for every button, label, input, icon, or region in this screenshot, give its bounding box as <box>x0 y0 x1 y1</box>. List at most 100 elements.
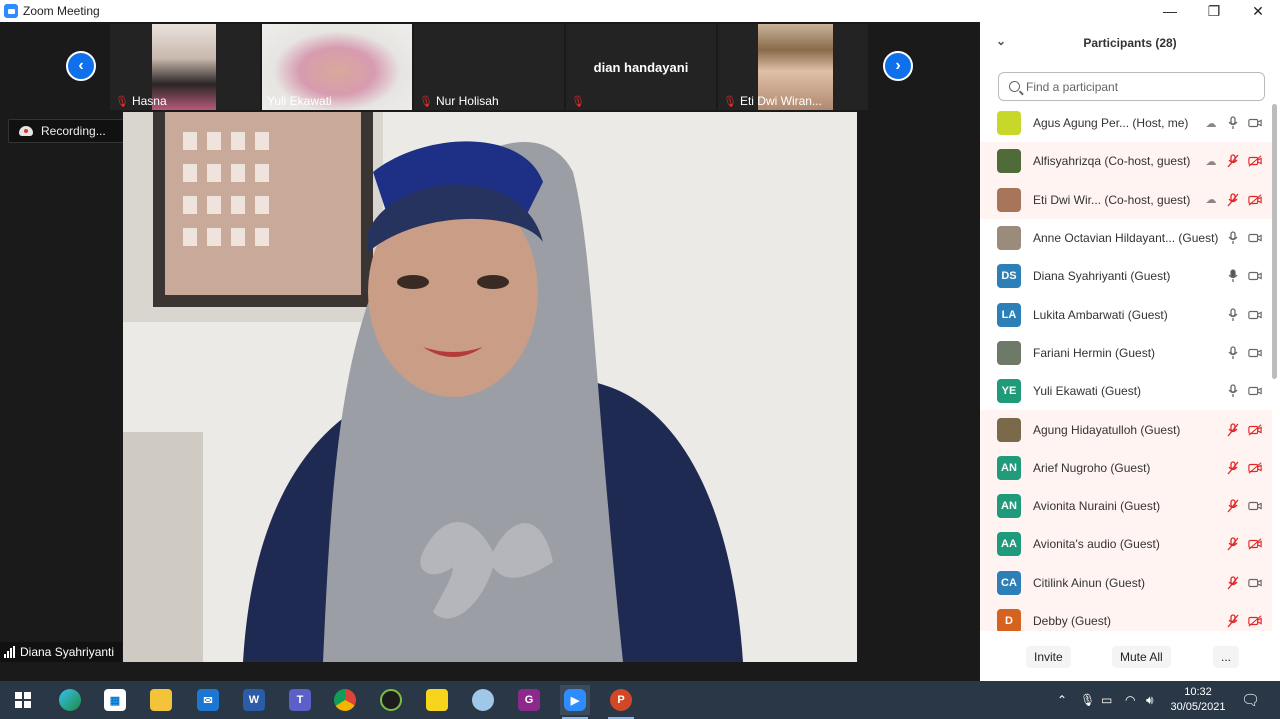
more-options-button[interactable]: ... <box>1213 646 1240 668</box>
participant-list-scrollbar[interactable] <box>1270 104 1278 631</box>
video-off-icon[interactable] <box>1248 154 1262 168</box>
invite-button[interactable]: Invite <box>1026 646 1071 668</box>
participant-thumb[interactable]: 🎙︎ Hasna <box>110 24 260 110</box>
volume-tray-icon[interactable]: 🔊︎ <box>1146 681 1154 719</box>
participant-name-large: dian handayani <box>593 60 689 75</box>
mic-icon[interactable] <box>1226 307 1240 322</box>
video-off-icon[interactable] <box>1248 423 1262 437</box>
chevron-down-icon[interactable]: ⌄ <box>996 34 1006 48</box>
mic-icon[interactable] <box>1226 346 1240 360</box>
participant-row[interactable]: YE Yuli Ekawati (Guest) <box>980 372 1272 410</box>
notifications-icon[interactable]: 🗨︎ <box>1241 681 1260 719</box>
participant-row[interactable]: Agus Agung Per... (Host, me) ☁ <box>980 104 1272 142</box>
participant-row[interactable]: Eti Dwi Wir... (Co-host, guest) ☁ <box>980 180 1272 219</box>
video-icon[interactable] <box>1248 116 1262 130</box>
chrome-taskbar-icon[interactable] <box>330 685 360 715</box>
participant-search[interactable] <box>998 72 1265 101</box>
pdf-app-taskbar-icon[interactable]: G <box>514 685 544 715</box>
mic-muted-icon[interactable] <box>1226 537 1240 551</box>
mail-taskbar-icon[interactable]: ✉ <box>193 685 223 715</box>
video-off-icon[interactable] <box>1248 461 1262 475</box>
recording-indicator[interactable]: Recording... <box>8 119 124 143</box>
avatar: CA <box>997 570 1021 595</box>
restore-button[interactable]: ❐ <box>1192 0 1236 22</box>
close-button[interactable]: ✕ <box>1236 0 1280 22</box>
participant-row[interactable]: Alfisyahrizqa (Co-host, guest) ☁ <box>980 142 1272 181</box>
powerpoint-taskbar-icon[interactable]: P <box>606 685 636 719</box>
mic-muted-icon[interactable] <box>1226 422 1240 437</box>
mic-muted-icon[interactable] <box>1226 499 1240 513</box>
video-icon[interactable] <box>1248 384 1262 398</box>
participant-row[interactable]: AA Avionita's audio (Guest) <box>980 525 1272 564</box>
participant-role: (Guest) <box>1178 231 1219 246</box>
participant-display-name: Anne Octavian Hildayant... <box>1033 231 1176 246</box>
video-off-icon[interactable] <box>1248 193 1262 207</box>
participant-row[interactable]: LA Lukita Ambarwati (Guest) <box>980 295 1272 333</box>
participant-row[interactable]: CA Citilink Ainun (Guest) <box>980 563 1272 602</box>
participant-thumb[interactable]: dian handayani 🎙︎ <box>566 24 716 110</box>
participant-name: Yuli Ekawati (Guest) <box>1033 384 1219 398</box>
mic-muted-icon[interactable] <box>1226 576 1240 590</box>
teams-taskbar-icon[interactable]: T <box>285 685 315 715</box>
edge-taskbar-icon[interactable] <box>55 685 85 715</box>
store-taskbar-icon[interactable]: ▦ <box>100 685 130 715</box>
mic-icon[interactable] <box>1226 384 1240 398</box>
gallery-next-button[interactable]: › <box>883 51 913 81</box>
participant-role: (Host, me) <box>1132 116 1189 131</box>
avatar <box>997 340 1021 365</box>
participant-thumb[interactable]: 🎙︎ Eti Dwi Wiran... <box>718 24 868 110</box>
meeting-area: ‹ 🎙︎ Hasna Yuli Ekawati 🎙︎ Nur Holisah dia… <box>0 22 980 681</box>
participant-name: Debby (Guest) <box>1033 614 1219 628</box>
word-taskbar-icon[interactable]: W <box>239 685 269 715</box>
participant-row[interactable]: DS Diana Syahriyanti (Guest) <box>980 257 1272 295</box>
participant-display-name: Eti Dwi Wir... <box>1033 192 1101 207</box>
mute-all-button[interactable]: Mute All <box>1112 646 1171 668</box>
mic-icon[interactable] <box>1226 269 1240 283</box>
video-icon[interactable] <box>1248 576 1262 590</box>
mic-icon[interactable] <box>1226 116 1240 130</box>
participant-search-input[interactable] <box>1026 79 1246 94</box>
video-off-icon[interactable] <box>1248 614 1262 628</box>
participant-name: Yuli Ekawati <box>267 94 332 108</box>
participant-row[interactable]: AN Arief Nugroho (Guest) <box>980 448 1272 487</box>
participant-role: (Co-host, guest) <box>1104 192 1191 207</box>
participant-row[interactable]: Agung Hidayatulloh (Guest) <box>980 410 1272 449</box>
participant-row[interactable]: D Debby (Guest) <box>980 601 1272 631</box>
muted-mic-icon: 🎙︎ <box>571 96 585 108</box>
recording-label: Recording... <box>41 124 106 138</box>
video-icon[interactable] <box>1248 499 1262 513</box>
video-icon[interactable] <box>1248 231 1262 245</box>
battery-tray-icon[interactable]: ▭ <box>1101 681 1112 719</box>
participant-thumb[interactable]: Yuli Ekawati <box>262 24 412 110</box>
video-off-icon[interactable] <box>1248 537 1262 551</box>
start-button[interactable] <box>8 685 38 715</box>
app-taskbar-icon[interactable] <box>376 685 406 715</box>
minimize-button[interactable]: — <box>1148 0 1192 22</box>
gallery-prev-button[interactable]: ‹ <box>66 51 96 81</box>
mic-muted-icon[interactable] <box>1226 461 1240 475</box>
taskbar-clock[interactable]: 10:32 30/05/2021 <box>1168 685 1228 715</box>
file-explorer-taskbar-icon[interactable] <box>146 685 176 715</box>
participant-row[interactable]: Anne Octavian Hildayant... (Guest) <box>980 219 1272 257</box>
show-hidden-icons[interactable]: ⌃ <box>1057 681 1067 719</box>
participant-display-name: Lukita Ambarwati <box>1033 307 1125 322</box>
paint-taskbar-icon[interactable] <box>468 685 498 715</box>
sticky-notes-taskbar-icon[interactable] <box>422 685 452 715</box>
participant-row[interactable]: AN Avionita Nuraini (Guest) <box>980 486 1272 526</box>
mic-muted-icon[interactable] <box>1226 614 1240 628</box>
video-icon[interactable] <box>1248 346 1262 360</box>
zoom-taskbar-icon[interactable]: ▶ <box>560 685 590 719</box>
search-icon <box>1009 81 1020 92</box>
microphone-tray-icon[interactable]: 🎙︎ <box>1080 681 1095 719</box>
wifi-tray-icon[interactable]: ◠ <box>1125 681 1135 719</box>
participants-panel: ⌄ Participants (28) Agus Agung Per... (H… <box>980 22 1280 681</box>
video-icon[interactable] <box>1248 308 1262 322</box>
video-icon[interactable] <box>1248 269 1262 283</box>
scrollbar-thumb[interactable] <box>1272 104 1277 379</box>
mic-icon[interactable] <box>1226 231 1240 245</box>
mic-muted-icon[interactable] <box>1226 154 1240 168</box>
participant-row[interactable]: Fariani Hermin (Guest) <box>980 334 1272 372</box>
participant-role: (Guest) <box>1115 345 1156 360</box>
participant-thumb[interactable]: 🎙︎ Nur Holisah <box>414 24 564 110</box>
mic-muted-icon[interactable] <box>1226 193 1240 207</box>
